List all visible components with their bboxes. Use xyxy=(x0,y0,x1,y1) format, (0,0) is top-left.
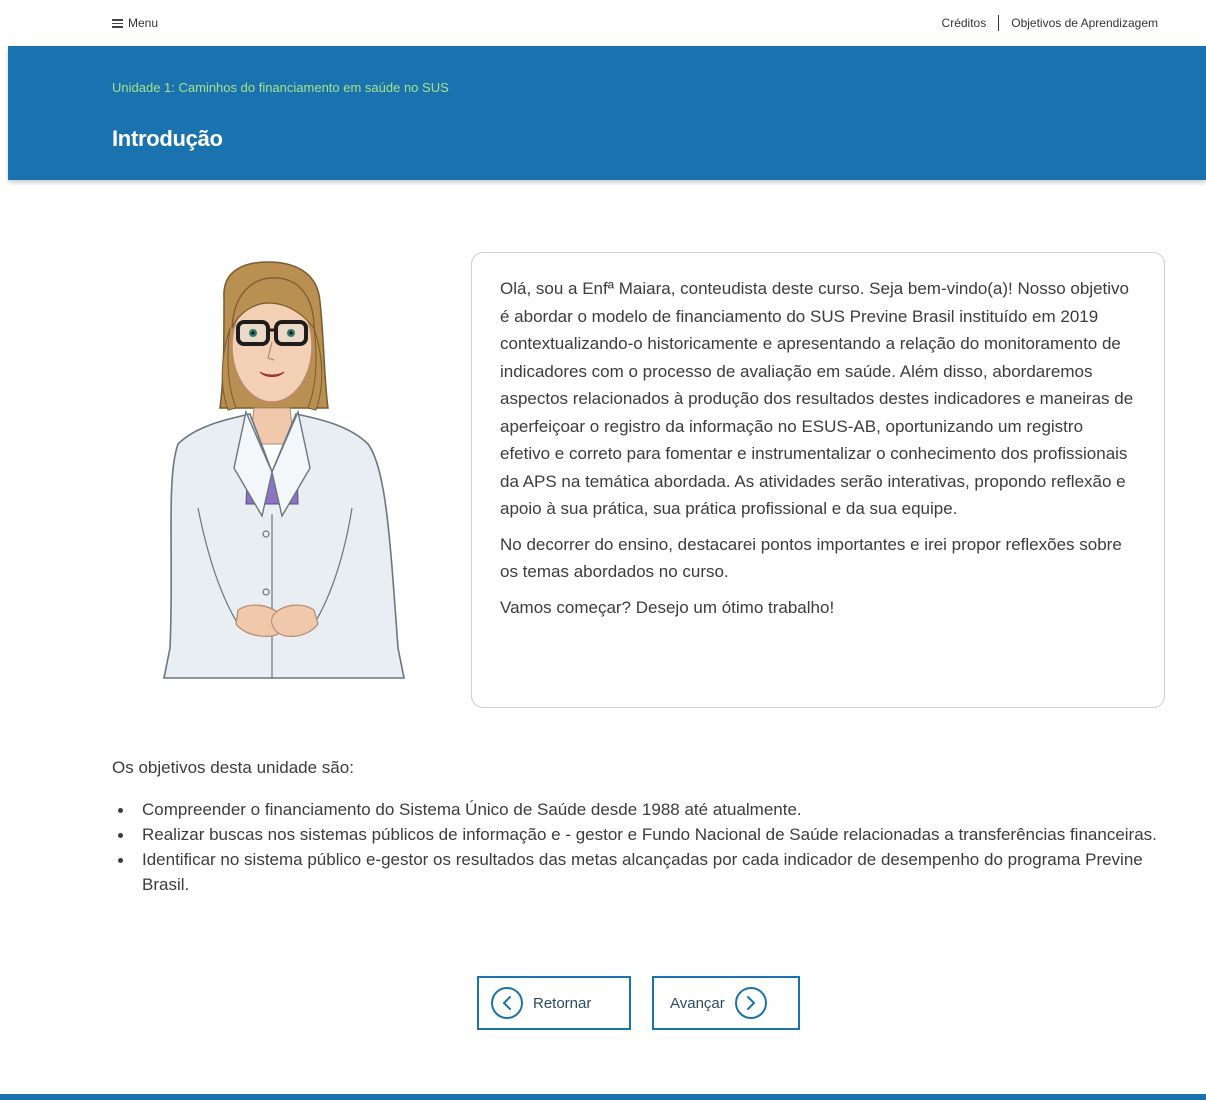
speech-paragraph-intro: Olá, sou a Enfª Maiara, conteudista dest… xyxy=(500,279,1134,518)
nurse-avatar-illustration xyxy=(163,261,405,679)
unit-objectives: Os objetivos desta unidade são: Compreen… xyxy=(112,756,1162,897)
previous-button[interactable]: Retornar xyxy=(477,976,631,1030)
objectives-lead: Os objetivos desta unidade são: xyxy=(112,758,354,777)
speech-bubble: Olá, sou a Enfª Maiara, conteudista dest… xyxy=(471,252,1165,708)
divider xyxy=(998,15,1000,31)
top-bar: Menu Créditos Objetivos de Aprendizagem xyxy=(0,0,1206,46)
footer-bar xyxy=(0,1094,1206,1100)
objective-item: Compreender o financiamento do Sistema Ú… xyxy=(112,797,1162,822)
next-button[interactable]: Avançar xyxy=(652,976,800,1030)
credits-link[interactable]: Créditos xyxy=(942,16,987,30)
speech-paragraph-highlights: No decorrer do ensino, destacarei pontos… xyxy=(500,534,1122,582)
top-links: Créditos Objetivos de Aprendizagem xyxy=(942,15,1158,31)
menu-button[interactable]: Menu xyxy=(112,16,158,30)
chevron-left-circle-icon xyxy=(491,987,523,1019)
header-banner: Unidade 1: Caminhos do financiamento em … xyxy=(8,46,1206,180)
previous-button-label: Retornar xyxy=(533,994,592,1012)
objective-item: Realizar buscas nos sistemas públicos de… xyxy=(112,822,1162,847)
objectives-list: Compreender o financiamento do Sistema Ú… xyxy=(112,797,1162,897)
page-title: Introdução xyxy=(112,126,223,151)
hamburger-icon xyxy=(112,19,123,28)
next-button-label: Avançar xyxy=(670,994,725,1012)
unit-title: Unidade 1: Caminhos do financiamento em … xyxy=(112,80,449,95)
learning-objectives-link[interactable]: Objetivos de Aprendizagem xyxy=(1011,16,1158,30)
objective-item: Identificar no sistema público e-gestor … xyxy=(112,847,1162,897)
speech-paragraph-closing: Vamos começar? Desejo um ótimo trabalho! xyxy=(500,597,835,617)
chevron-right-circle-icon xyxy=(734,987,767,1019)
menu-label: Menu xyxy=(128,16,159,30)
